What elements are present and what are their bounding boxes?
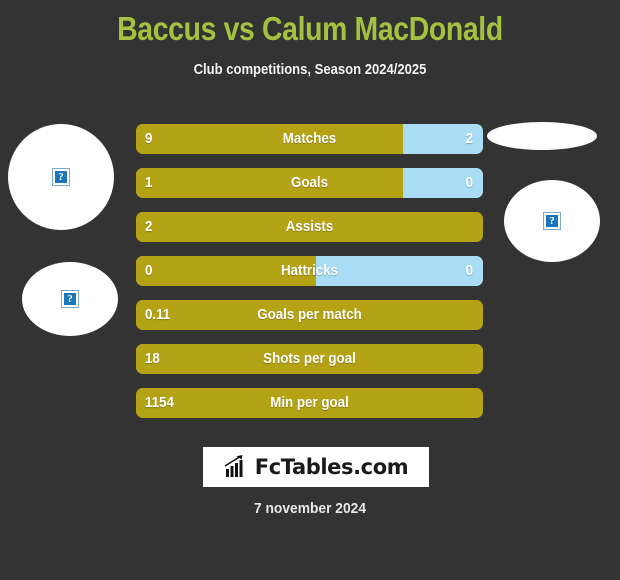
stat-away-value: 0 xyxy=(465,263,473,279)
broken-image-icon: ? xyxy=(61,290,79,308)
home-club-badge: ? xyxy=(22,262,118,336)
report-date: 7 november 2024 xyxy=(253,500,367,517)
page-subtitle: Club competitions, Season 2024/2025 xyxy=(193,62,427,78)
stat-row: 1154 Min per goal xyxy=(136,388,483,418)
stat-label: Assists xyxy=(285,219,334,235)
stat-row: 0 Hattricks 0 xyxy=(136,256,483,286)
stats-comparison-page: Baccus vs Calum MacDonald Club competiti… xyxy=(0,0,620,580)
stat-label: Min per goal xyxy=(270,395,349,411)
stat-row: 1 Goals 0 xyxy=(136,168,483,198)
home-player-photo: ? xyxy=(8,124,114,230)
stat-row: 18 Shots per goal xyxy=(136,344,483,374)
stats-bar-list: 9 Matches 2 1 Goals 0 2 Assists 0 Hattricks 0 0.11 G… xyxy=(136,124,483,432)
stat-away-value: 2 xyxy=(465,131,473,147)
stat-label: Hattricks xyxy=(280,263,339,279)
stat-label: Matches xyxy=(282,131,337,147)
stat-away-value: 0 xyxy=(465,175,473,191)
away-club-badge xyxy=(487,122,597,150)
stat-label: Goals per match xyxy=(257,307,362,323)
fctables-logo[interactable]: FcTables.com xyxy=(203,447,429,487)
stat-label: Shots per goal xyxy=(263,351,356,367)
broken-image-icon: ? xyxy=(543,212,561,230)
stat-row: 2 Assists xyxy=(136,212,483,242)
away-player-photo: ? xyxy=(504,180,600,262)
logo-text: FcTables.com xyxy=(254,455,409,479)
page-title: Baccus vs Calum MacDonald xyxy=(117,10,503,47)
stat-row: 9 Matches 2 xyxy=(136,124,483,154)
broken-image-icon: ? xyxy=(52,168,70,186)
stat-label: Goals xyxy=(290,175,329,191)
stat-row: 0.11 Goals per match xyxy=(136,300,483,330)
bar-chart-icon xyxy=(224,455,243,477)
